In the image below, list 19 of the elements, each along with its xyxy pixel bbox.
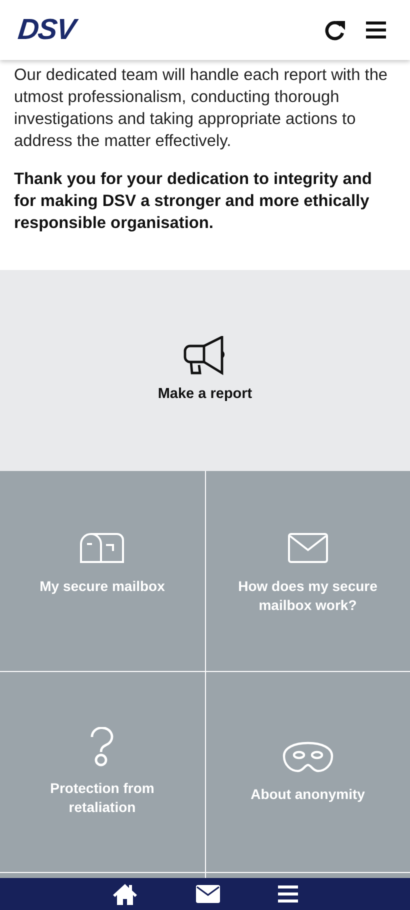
tile-label: How does my secure mailbox work? bbox=[237, 577, 378, 615]
envelope-icon bbox=[288, 531, 328, 565]
home-icon[interactable] bbox=[112, 883, 138, 905]
menu-tile[interactable]: How does my secure mailbox work? bbox=[206, 471, 410, 671]
mask-icon bbox=[282, 740, 334, 772]
closing-paragraph: Thank you for your dedication to integrity and for making DSV a stronger and more ethically responsible organisation. bbox=[14, 169, 373, 234]
logo[interactable]: DSV bbox=[16, 14, 76, 46]
mail-icon[interactable] bbox=[196, 885, 220, 903]
menu-icon[interactable] bbox=[366, 21, 386, 39]
mailbox-icon bbox=[79, 531, 126, 565]
refresh-icon[interactable] bbox=[324, 19, 346, 41]
tile-label: My secure mailbox bbox=[40, 577, 165, 596]
tile-label: Protection from retaliation bbox=[49, 779, 156, 817]
make-report-button[interactable]: Make a report bbox=[158, 386, 252, 402]
tile-label: About anonymity bbox=[250, 784, 365, 804]
menu-tile[interactable]: About anonymity bbox=[206, 672, 410, 872]
intro-paragraph: Our dedicated team will handle each report with the utmost professionalism, conducting thorough investigations and taking appropriate actions to address the matter effectively. bbox=[14, 65, 389, 152]
menu-tile[interactable]: My secure mailbox bbox=[0, 471, 204, 671]
menu-tile[interactable]: Protection from retaliation bbox=[0, 672, 204, 872]
